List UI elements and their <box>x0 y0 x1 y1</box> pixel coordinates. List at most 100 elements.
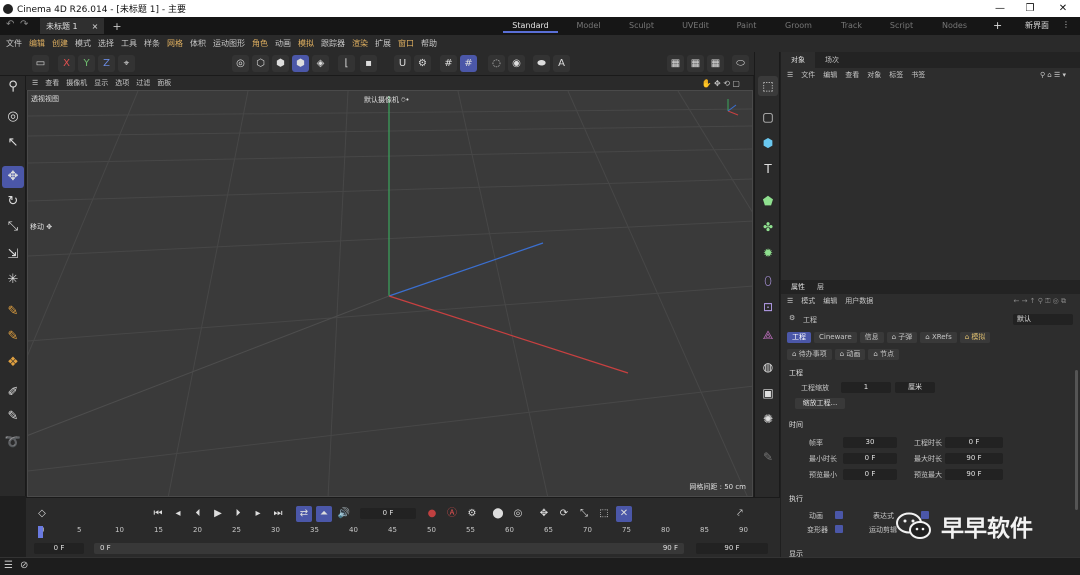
menu-render[interactable]: 渲染 <box>352 38 368 49</box>
tab-attributes[interactable]: 属性 <box>785 282 811 292</box>
preview-min-input[interactable]: 0 F <box>843 469 897 480</box>
attr-menu-edit[interactable]: 编辑 <box>823 296 837 306</box>
edit-render-settings-icon[interactable]: ▦ <box>707 55 724 72</box>
perspective-viewport[interactable]: 透视视图 默认摄像机 ⍥• 移动 ✥ 网格间距 : 50 cm <box>27 90 753 497</box>
attr-menu-userdata[interactable]: 用户数据 <box>845 296 873 306</box>
edges-mode-icon[interactable]: ⬡ <box>252 55 269 72</box>
magnet-snap-icon[interactable]: U <box>394 55 411 72</box>
document-close-icon[interactable]: × <box>92 22 99 31</box>
sky-icon[interactable]: ⬭ <box>732 55 749 72</box>
exec-animation-checkbox[interactable] <box>835 511 843 519</box>
transform-tool-icon[interactable]: ⇲ <box>2 244 24 266</box>
object-menu-tags[interactable]: 标签 <box>889 70 903 80</box>
pill-todo[interactable]: ⌂ 待办事项 <box>787 349 832 360</box>
pill-animation[interactable]: ⌂ 动画 <box>834 349 866 360</box>
object-menu-object[interactable]: 对象 <box>867 70 881 80</box>
fps-input[interactable]: 30 <box>843 437 897 448</box>
select-tools-icon[interactable]: ↖ <box>2 132 24 154</box>
object-search-icon[interactable]: ⚲ ⌂ ☰ ▾ <box>1040 71 1066 79</box>
menu-tracker[interactable]: 跟踪器 <box>321 38 345 49</box>
minimize-button[interactable]: — <box>985 0 1015 17</box>
solo-icon[interactable]: ◌ <box>488 55 505 72</box>
menu-create[interactable]: 创建 <box>52 38 68 49</box>
menu-mode[interactable]: 模式 <box>75 38 91 49</box>
viewport-menu-icon[interactable]: ☰ <box>32 79 38 87</box>
zoom-search-icon[interactable]: ⚲ <box>2 76 24 98</box>
menu-spline[interactable]: 样条 <box>144 38 160 49</box>
position-key-icon[interactable]: ✥ <box>536 506 552 522</box>
model-mode-icon[interactable]: ⬢ <box>292 55 309 72</box>
min-time-input[interactable]: 0 F <box>843 453 897 464</box>
keyframe-selection-icon[interactable]: ⬤ <box>490 506 506 522</box>
scale-tool-icon[interactable]: ⤡ <box>2 216 24 238</box>
tab-layers[interactable]: 层 <box>811 282 830 292</box>
layout-script[interactable]: Script <box>874 19 929 33</box>
layout-standard[interactable]: Standard <box>503 19 558 33</box>
volume-icon[interactable]: ⟁ <box>758 325 778 345</box>
layout-uvedit[interactable]: UVEdit <box>668 19 723 33</box>
exec-deformer-checkbox[interactable] <box>835 525 843 533</box>
cloner-icon[interactable]: ✤ <box>758 217 778 237</box>
effector-icon[interactable]: ✹ <box>758 243 778 263</box>
render-view-icon[interactable]: ▦ <box>667 55 684 72</box>
environment-icon[interactable]: ◍ <box>758 357 778 377</box>
quantize-icon[interactable]: # <box>460 55 477 72</box>
maximize-button[interactable]: ❐ <box>1015 0 1045 17</box>
add-layout-button[interactable]: + <box>993 19 1002 32</box>
viewport-menu-options[interactable]: 选项 <box>115 78 129 88</box>
layout-paint[interactable]: Paint <box>719 19 774 33</box>
add-document-button[interactable]: + <box>112 20 121 33</box>
x-axis-toggle[interactable]: X <box>58 55 75 72</box>
object-menu-icon[interactable]: ☰ <box>787 71 793 79</box>
camera-label[interactable]: 默认摄像机 ⍥• <box>364 95 410 105</box>
points-mode-icon[interactable]: ◎ <box>232 55 249 72</box>
pill-simulation[interactable]: ⌂ 模拟 <box>959 332 991 343</box>
sound-icon[interactable]: 🔊 <box>336 506 352 522</box>
menu-file[interactable]: 文件 <box>6 38 22 49</box>
scale-input[interactable]: 1 <box>841 382 891 393</box>
more-icon[interactable]: ⋮ <box>1062 20 1070 29</box>
text-icon[interactable]: T <box>758 159 778 179</box>
next-frame-icon[interactable]: ⏵ <box>230 506 246 522</box>
layout-sculpt[interactable]: Sculpt <box>614 19 669 33</box>
fcurve-icon[interactable]: ⤤ <box>732 506 748 522</box>
menu-mograph[interactable]: 运动图形 <box>213 38 245 49</box>
pill-bullet[interactable]: ⌂ 子弹 <box>886 332 918 343</box>
layout-nodes[interactable]: Nodes <box>927 19 982 33</box>
plane-icon[interactable]: ▢ <box>758 107 778 127</box>
menu-select[interactable]: 选择 <box>98 38 114 49</box>
play-icon[interactable]: ▶ <box>210 506 226 522</box>
pla-key-icon[interactable]: ✕ <box>616 506 632 522</box>
undo-icon[interactable]: ↶ <box>6 19 14 30</box>
tab-takes[interactable]: 场次 <box>815 55 849 65</box>
attr-nav-icons[interactable]: ← → ↑ ⚲ ⚿ ◎ ⧉ <box>1013 297 1066 306</box>
viewport-menu-filter[interactable]: 过滤 <box>136 78 150 88</box>
generator-icon[interactable]: ⬟ <box>758 191 778 211</box>
y-axis-toggle[interactable]: Y <box>78 55 95 72</box>
object-menu-file[interactable]: 文件 <box>801 70 815 80</box>
record-icon[interactable]: ● <box>424 506 440 522</box>
locked-workplane-icon[interactable]: ▪ <box>360 55 377 72</box>
z-axis-toggle[interactable]: Z <box>98 55 115 72</box>
motion-clip-icon[interactable]: ◎ <box>510 506 526 522</box>
render-settings-icon[interactable]: ▭ <box>32 55 49 72</box>
spline-primitive-icon[interactable]: ❖ <box>2 352 24 374</box>
preview-max-input[interactable]: 90 F <box>945 469 1003 480</box>
key-settings-icon[interactable]: ⚙ <box>464 506 480 522</box>
keyframe-diamond-icon[interactable]: ◇ <box>34 506 50 522</box>
project-length-input[interactable]: 0 F <box>945 437 1003 448</box>
menu-volume[interactable]: 体积 <box>190 38 206 49</box>
coord-system-icon[interactable]: ⌖ <box>118 55 135 72</box>
layout-model[interactable]: Model <box>561 19 616 33</box>
disabled-tool-icon[interactable]: ✎ <box>758 447 778 467</box>
scale-project-button[interactable]: 缩放工程... <box>795 398 845 409</box>
move-tool-icon[interactable]: ✥ <box>2 166 24 188</box>
menu-tools[interactable]: 工具 <box>121 38 137 49</box>
viewport-nav-icons[interactable]: ✋ ✥ ⟲ ▢ <box>701 79 740 88</box>
deformer-icon[interactable]: ⬯ <box>758 271 778 291</box>
cube-icon[interactable]: ⬢ <box>758 133 778 153</box>
redo-icon[interactable]: ↷ <box>20 19 28 30</box>
new-interface-button[interactable]: 新界面 <box>1025 20 1049 31</box>
texture-mode-icon[interactable]: ◈ <box>312 55 329 72</box>
menu-simulate[interactable]: 模拟 <box>298 38 314 49</box>
